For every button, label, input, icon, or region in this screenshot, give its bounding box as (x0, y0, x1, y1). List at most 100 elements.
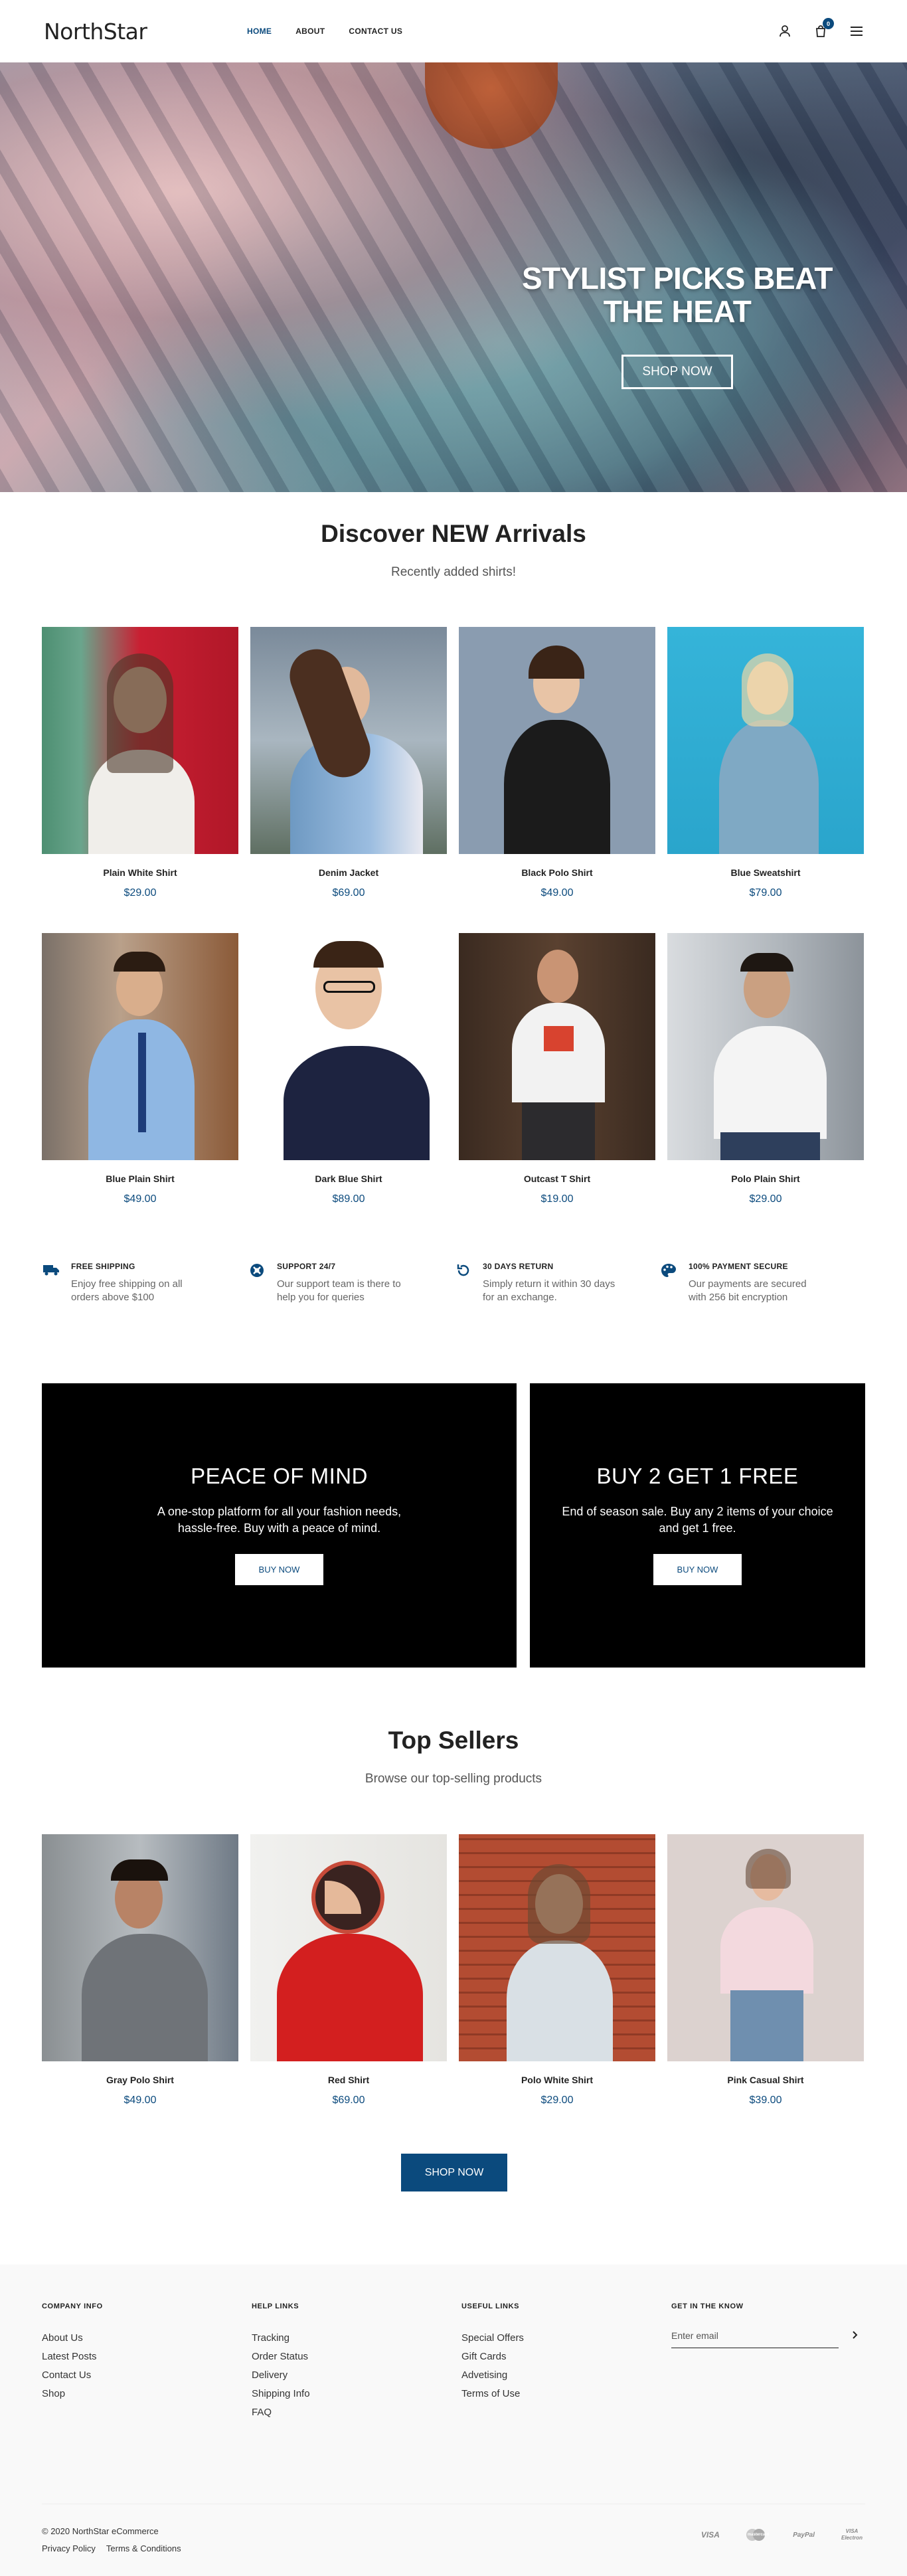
footer-help-links: HELP LINKS Tracking Order Status Deliver… (252, 2302, 461, 2422)
header-icons: 0 (777, 0, 865, 62)
product-card[interactable]: Gray Polo Shirt $49.00 (42, 1834, 238, 2106)
product-image[interactable] (42, 1834, 238, 2061)
product-card[interactable]: Outcast T Shirt $19.00 (459, 933, 655, 1205)
terms-link[interactable]: Terms & Conditions (106, 2543, 181, 2553)
footer-heading: GET IN THE KNOW (671, 2302, 744, 2310)
nav-about[interactable]: ABOUT (295, 27, 325, 36)
footer-link-gift-cards[interactable]: Gift Cards (461, 2348, 671, 2366)
promo-title: PEACE OF MIND (191, 1464, 368, 1488)
product-card[interactable]: Red Shirt $69.00 (250, 1834, 447, 2106)
product-name[interactable]: Polo White Shirt (459, 2075, 655, 2085)
product-name[interactable]: Plain White Shirt (42, 867, 238, 878)
product-image[interactable] (459, 933, 655, 1160)
email-field[interactable]: Enter email (671, 2330, 858, 2348)
footer-heading: HELP LINKS (252, 2302, 299, 2310)
feature-desc: Enjoy free shipping on all orders above … (71, 1278, 183, 1303)
top-sellers-title: Top Sellers (388, 1727, 519, 1754)
feature-title: FREE SHIPPING (71, 1262, 135, 1271)
product-name[interactable]: Dark Blue Shirt (250, 1173, 447, 1184)
cart-count-badge: 0 (823, 18, 834, 29)
product-name[interactable]: Black Polo Shirt (459, 867, 655, 878)
product-card[interactable]: Polo Plain Shirt $29.00 (667, 933, 864, 1205)
product-image[interactable] (459, 627, 655, 854)
footer-link-terms-of-use[interactable]: Terms of Use (461, 2385, 671, 2403)
product-name[interactable]: Pink Casual Shirt (667, 2075, 864, 2085)
product-image[interactable] (42, 933, 238, 1160)
chevron-right-icon[interactable] (852, 2330, 859, 2342)
product-image[interactable] (250, 933, 447, 1160)
product-image[interactable] (459, 1834, 655, 2061)
footer-link-special-offers[interactable]: Special Offers (461, 2329, 671, 2348)
buy-now-button[interactable]: BUY NOW (653, 1554, 742, 1585)
promo-buy-2-get-1: BUY 2 GET 1 FREE End of season sale. Buy… (530, 1383, 865, 1668)
footer-useful-links: USEFUL LINKS Special Offers Gift Cards A… (461, 2302, 671, 2422)
product-name[interactable]: Polo Plain Shirt (667, 1173, 864, 1184)
feature-desc: Simply return it within 30 days for an e… (483, 1278, 616, 1303)
promo-desc: A one-stop platform for all your fashion… (157, 1505, 402, 1535)
cart-icon[interactable]: 0 (813, 18, 834, 39)
feature-support: SUPPORT 24/7 Our support team is there t… (248, 1262, 454, 1304)
hero-title-line2: THE HEAT (603, 294, 752, 329)
product-name[interactable]: Denim Jacket (250, 867, 447, 878)
product-name[interactable]: Red Shirt (250, 2075, 447, 2085)
copyright: © 2020 NorthStar eCommerce (42, 2526, 159, 2536)
product-image[interactable] (42, 627, 238, 854)
footer-link-faq[interactable]: FAQ (252, 2403, 461, 2422)
footer-link-order-status[interactable]: Order Status (252, 2348, 461, 2366)
footer-link-latest-posts[interactable]: Latest Posts (42, 2348, 252, 2366)
product-card[interactable]: Blue Sweatshirt $79.00 (667, 627, 864, 899)
paypal-icon: PayPal (793, 2531, 815, 2539)
product-image[interactable] (250, 627, 447, 854)
product-price: $39.00 (749, 2095, 782, 2106)
product-price: $29.00 (124, 887, 157, 899)
footer-link-shipping-info[interactable]: Shipping Info (252, 2385, 461, 2403)
product-image[interactable] (667, 627, 864, 854)
product-name[interactable]: Outcast T Shirt (459, 1173, 655, 1184)
privacy-policy-link[interactable]: Privacy Policy (42, 2543, 96, 2553)
hero-shop-now-button[interactable]: SHOP NOW (621, 355, 733, 389)
product-name[interactable]: Blue Sweatshirt (667, 867, 864, 878)
menu-icon[interactable] (849, 23, 865, 39)
product-card[interactable]: Plain White Shirt $29.00 (42, 627, 238, 899)
footer-link-shop[interactable]: Shop (42, 2385, 252, 2403)
product-name[interactable]: Blue Plain Shirt (42, 1173, 238, 1184)
product-card[interactable]: Dark Blue Shirt $89.00 (250, 933, 447, 1205)
payment-methods: VISA mastercard PayPal VISA Electron (701, 2528, 865, 2542)
product-name[interactable]: Gray Polo Shirt (42, 2075, 238, 2085)
footer-columns: COMPANY INFO About Us Latest Posts Conta… (42, 2302, 865, 2422)
product-price: $29.00 (749, 1193, 782, 1205)
email-placeholder: Enter email (671, 2330, 718, 2341)
nav-contact[interactable]: CONTACT US (349, 27, 402, 36)
legal-links: Privacy Policy Terms & Conditions (42, 2543, 181, 2553)
product-price: $49.00 (124, 1193, 157, 1205)
product-card[interactable]: Pink Casual Shirt $39.00 (667, 1834, 864, 2106)
top-sellers-grid: Gray Polo Shirt $49.00 Red Shirt $69.00 … (42, 1834, 865, 2106)
product-price: $29.00 (540, 2095, 574, 2106)
logo[interactable]: NorthStar (44, 19, 147, 44)
mastercard-label: mastercard (747, 2533, 770, 2537)
user-icon[interactable] (777, 23, 793, 39)
new-arrivals-header: Discover NEW Arrivals Recently added shi… (0, 520, 907, 580)
footer-link-contact[interactable]: Contact Us (42, 2366, 252, 2385)
product-image[interactable] (667, 933, 864, 1160)
footer-link-about[interactable]: About Us (42, 2329, 252, 2348)
product-price: $69.00 (332, 2095, 365, 2106)
footer-company-info: COMPANY INFO About Us Latest Posts Conta… (42, 2302, 252, 2422)
product-price: $49.00 (124, 2095, 157, 2106)
feature-title: 30 DAYS RETURN (483, 1262, 554, 1271)
shop-now-button[interactable]: SHOP NOW (401, 2154, 507, 2191)
buy-now-button[interactable]: BUY NOW (234, 1554, 324, 1585)
product-image[interactable] (250, 1834, 447, 2061)
footer-link-tracking[interactable]: Tracking (252, 2329, 461, 2348)
nav-home[interactable]: HOME (247, 27, 272, 36)
feature-desc: Our support team is there to help you fo… (277, 1278, 401, 1303)
top-sellers-subtitle: Browse our top-selling products (365, 1772, 542, 1786)
product-card[interactable]: Black Polo Shirt $49.00 (459, 627, 655, 899)
footer-link-advertising[interactable]: Advetising (461, 2366, 671, 2385)
product-card[interactable]: Blue Plain Shirt $49.00 (42, 933, 238, 1205)
return-icon (454, 1262, 472, 1280)
footer-link-delivery[interactable]: Delivery (252, 2366, 461, 2385)
product-image[interactable] (667, 1834, 864, 2061)
product-card[interactable]: Polo White Shirt $29.00 (459, 1834, 655, 2106)
product-card[interactable]: Denim Jacket $69.00 (250, 627, 447, 899)
